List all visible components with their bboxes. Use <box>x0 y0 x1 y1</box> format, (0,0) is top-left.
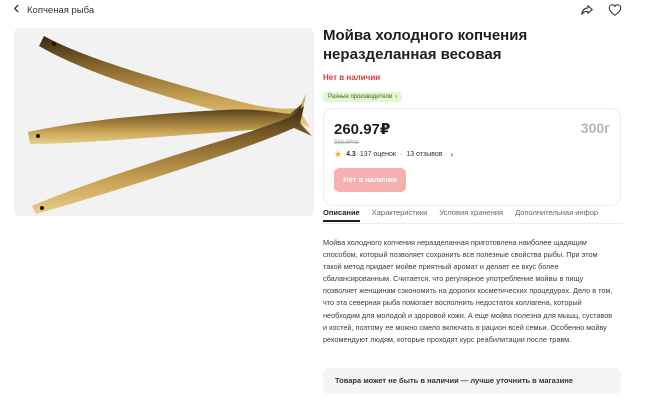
product-title: Мойва холодного копчения неразделанная в… <box>323 27 528 63</box>
separator: · <box>399 151 403 158</box>
price-card: 260.97₽ 869.9₽/кг 300г ★ 4.3 137 оценок … <box>323 108 621 206</box>
tab-additional-info[interactable]: Дополнительная инфор <box>515 208 598 224</box>
top-bar: Копченая рыба <box>0 0 656 24</box>
tabs-divider <box>323 223 623 224</box>
tab-description[interactable]: Описание <box>323 208 360 222</box>
star-icon: ★ <box>334 149 343 159</box>
availability-notice: Товара может не быть в наличии — лучше у… <box>323 368 621 394</box>
availability-status: Нет в наличии <box>323 73 381 82</box>
out-of-stock-button[interactable]: Нет в наличии <box>334 168 406 192</box>
tab-characteristics[interactable]: Характеристики <box>372 208 428 224</box>
manufacturer-chip[interactable]: Разные производители › <box>323 92 403 102</box>
chevron-left-icon <box>12 4 21 16</box>
back-link[interactable]: Копченая рыба <box>12 4 94 16</box>
back-link-label: Копченая рыба <box>27 4 95 16</box>
share-icon[interactable] <box>580 3 594 17</box>
chevron-right-icon: › <box>450 150 454 159</box>
manufacturer-chip-label: Разные производители <box>328 94 393 100</box>
tabs: Описание Характеристики Условия хранения… <box>323 208 623 224</box>
tab-storage-conditions[interactable]: Условия хранения <box>439 208 503 224</box>
rating-row[interactable]: ★ 4.3 137 оценок · 13 отзывов › <box>334 149 453 160</box>
top-actions <box>580 3 622 17</box>
rating-value: 4.3 <box>346 151 356 158</box>
reviews-count: 13 отзывов <box>406 151 443 158</box>
heart-icon[interactable] <box>608 3 622 17</box>
chevron-right-icon: › <box>395 94 398 100</box>
product-image[interactable] <box>14 28 314 216</box>
weight: 300г <box>580 120 610 136</box>
product-description: Мойва холодного копчения неразделанная п… <box>323 238 613 344</box>
price: 260.97₽ <box>334 121 391 138</box>
smoked-fish-illustration <box>28 36 312 214</box>
price-per-kg: 869.9₽/кг <box>334 140 360 146</box>
ratings-count: 137 оценок <box>359 151 396 158</box>
product-info: Мойва холодного копчения неразделанная в… <box>323 26 623 103</box>
